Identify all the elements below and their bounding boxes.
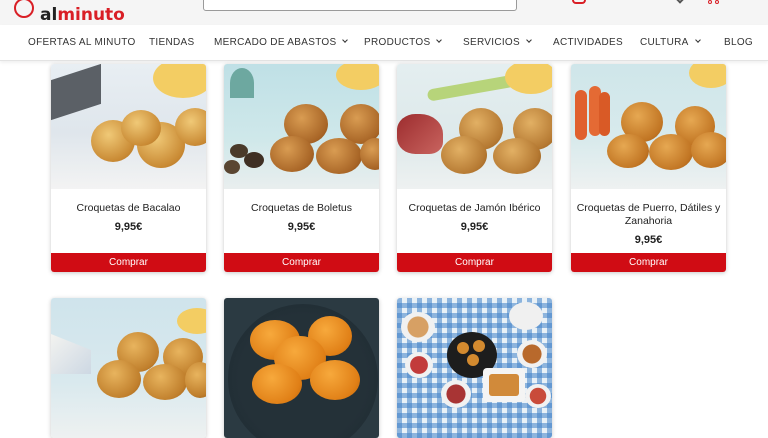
product-card: Croquetas de Puerro, Dátiles y Zanahoria… [571, 64, 726, 272]
cart-icon[interactable] [705, 0, 721, 4]
product-price: 9,95€ [114, 221, 143, 233]
buy-button[interactable]: Comprar [571, 253, 726, 272]
chevron-down-icon [342, 37, 349, 43]
buy-button[interactable]: Comprar [397, 253, 552, 272]
nav-item-servicios[interactable]: SERVICIOS [463, 25, 532, 61]
product-price: 9,95€ [287, 221, 316, 233]
product-image[interactable] [571, 64, 726, 189]
logo-icon [14, 0, 34, 18]
buy-button[interactable]: Comprar [51, 253, 206, 272]
nav-item-cultura[interactable]: CULTURA [640, 25, 701, 61]
product-card [224, 298, 379, 438]
nav-item-ofertas[interactable]: OFERTAS AL MINUTO [28, 25, 136, 61]
nav-item-actividades[interactable]: ACTIVIDADES [553, 25, 623, 61]
chevron-down-icon [526, 37, 532, 43]
account-icon[interactable] [572, 0, 586, 4]
chevron-down-icon [694, 37, 701, 43]
product-card: Croquetas de Jamón Ibérico 9,95€ Comprar [397, 64, 552, 272]
product-image[interactable] [397, 298, 552, 438]
product-card: Croquetas de Boletus 9,95€ Comprar [224, 64, 379, 272]
product-card [397, 298, 552, 438]
product-title[interactable]: Croquetas de Jamón Ibérico [401, 202, 548, 215]
top-header: alminuto [0, 0, 768, 25]
chevron-down-icon [436, 37, 443, 43]
buy-button[interactable]: Comprar [224, 253, 379, 272]
product-card [51, 298, 206, 438]
wishlist-icon[interactable] [674, 0, 686, 4]
main-nav: OFERTAS AL MINUTO TIENDAS MERCADO DE ABA… [0, 25, 768, 61]
product-title[interactable]: Croquetas de Boletus [228, 202, 375, 215]
nav-item-tiendas[interactable]: TIENDAS [149, 25, 194, 61]
nav-item-productos[interactable]: PRODUCTOS [364, 25, 443, 61]
product-title[interactable]: Croquetas de Puerro, Dátiles y Zanahoria [575, 202, 722, 228]
site-logo[interactable]: alminuto [14, 0, 125, 24]
nav-item-blog[interactable]: BLOG [724, 25, 753, 61]
nav-item-mercado[interactable]: MERCADO DE ABASTOS [214, 25, 349, 61]
product-price: 9,95€ [460, 221, 489, 233]
product-title[interactable]: Croquetas de Bacalao [55, 202, 202, 215]
product-image[interactable] [51, 64, 206, 189]
product-card: Croquetas de Bacalao 9,95€ Comprar [51, 64, 206, 272]
product-image[interactable] [224, 298, 379, 438]
product-image[interactable] [51, 298, 206, 438]
product-image[interactable] [224, 64, 379, 189]
search-input[interactable] [203, 0, 517, 11]
product-price: 9,95€ [634, 234, 663, 246]
product-image[interactable] [397, 64, 552, 189]
